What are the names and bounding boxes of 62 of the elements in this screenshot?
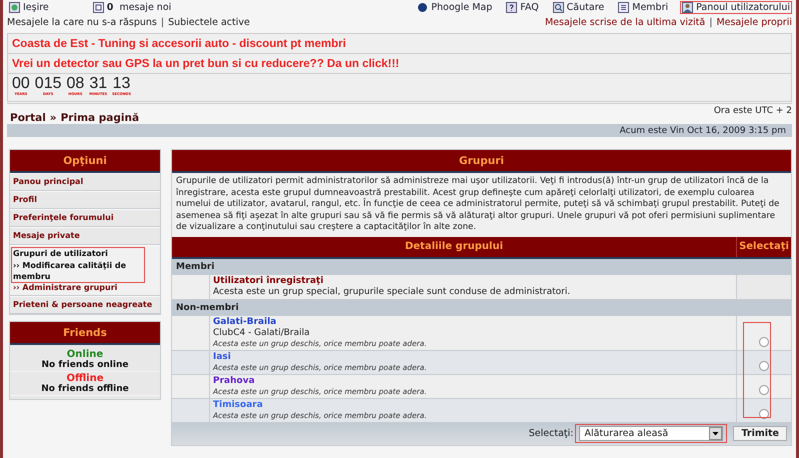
sidebar-sublink[interactable]: ›› Modificarea calităţii de membru — [13, 260, 141, 282]
group-name-link[interactable]: Utilizatori înregistraţi — [213, 276, 733, 286]
search-icon — [552, 2, 564, 13]
group-name-link[interactable]: Iasi — [213, 352, 733, 362]
section-title: Non-membri — [176, 302, 239, 312]
sidebar-link[interactable]: Grupuri de utilizatori — [13, 248, 157, 260]
sidebar-link[interactable]: Panou principal — [13, 176, 157, 188]
nav-link[interactable]: Căutare — [550, 1, 606, 14]
timezone-text: Ora este UTC + 2 — [714, 106, 792, 116]
countdown-digits: 31 — [89, 75, 108, 92]
group-name-link[interactable]: Timisoara — [213, 400, 733, 410]
countdown-digits: 00 — [12, 75, 30, 92]
logout-icon — [9, 2, 20, 13]
join-dropdown[interactable]: Alăturarea aleasă — [579, 426, 724, 441]
group-description: Acesta este un grup special, grupurile speciale sunt conduse de administratori. — [213, 286, 572, 298]
new-messages-link[interactable]: 0 mesaje noi — [90, 1, 174, 14]
submit-button[interactable]: Trimite — [733, 426, 787, 441]
nav-link[interactable]: Subiectele active — [168, 17, 250, 28]
section-title: Membri — [176, 262, 214, 272]
nav-link[interactable]: Mesajele proprii — [716, 17, 792, 28]
countdown-digits: 08 — [66, 75, 84, 92]
nav-link[interactable]: Phoogle Map — [415, 1, 494, 14]
radio-button[interactable] — [759, 408, 769, 418]
group-name-link[interactable]: Galati-Braila — [213, 316, 733, 328]
radio-button[interactable] — [759, 384, 769, 394]
friends-title: Friends — [63, 326, 107, 338]
breadcrumb-separator: » — [50, 112, 57, 124]
nav-link[interactable]: Panoul utilizatorului — [680, 1, 792, 14]
sidebar-sublink[interactable]: ›› Administrare grupuri — [13, 282, 157, 293]
panel-title: Grupuri — [458, 154, 504, 166]
column-header: Detaliile grupului — [404, 240, 504, 254]
status-text: No friends online — [41, 360, 128, 370]
radio-button[interactable] — [759, 336, 769, 346]
sidebar-link[interactable]: Mesaje private — [13, 230, 157, 242]
radio-button[interactable] — [759, 360, 769, 370]
current-time: Acum este Vin Oct 16, 2009 3:15 pm — [620, 126, 786, 136]
description-text: Grupurile de utilizatori permit administratorilor să administreze mai uşor utilizatorii. Veţi fi introdus(ă) într-un grup de utilizatori încă de la înregistrare, acesta este grupul dumneavoastră prestabilit. Acest grup defineşte cum apăreţi celorlalţi utilizatori, de exemplu culoarea numelui de utilizator, avatarul, rangul, etc. În funcţie de ceea ce administratorul permite, puteţi să vă schimbaţi grupul prestabilit. Puteţi de asemenea să fiţi aşezat în alte grupuri sau să vă fie permis să vă alăturaţi altor grupuri. Unele grupuri vă pot oferi permisiuni suplimentare de vizualizare a conţinutului sau creştere a captacităţilor în alte zone. — [172, 173, 791, 236]
countdown-digits: 13 — [112, 75, 130, 92]
column-header: Selectaţi — [736, 236, 791, 256]
help-icon — [506, 2, 518, 13]
nav-link[interactable]: Mesajele la care nu s-a răspuns — [7, 17, 157, 28]
nav-link[interactable]: Membri — [616, 1, 670, 14]
status-text: No friends offline — [41, 384, 129, 394]
sidebar-link[interactable]: Prieteni & persoane neagreate — [13, 299, 157, 311]
sidebar-link[interactable]: Profil — [13, 194, 157, 206]
logout-link[interactable]: Ieşire — [7, 1, 51, 14]
group-name-link[interactable]: Prahova — [213, 376, 733, 386]
status-label: Online — [66, 349, 104, 360]
breadcrumb-link[interactable]: Prima pagină — [60, 112, 140, 124]
separator: | — [709, 17, 712, 28]
group-subtitle: ClubC4 - Galati/Braila — [213, 328, 311, 338]
separator: | — [160, 17, 164, 28]
status-label: Offline — [66, 373, 104, 384]
nav-link[interactable]: FAQ — [504, 1, 541, 14]
sidebar-title: Opţiuni — [63, 154, 107, 166]
breadcrumb-link[interactable]: Portal — [10, 112, 46, 124]
user-icon — [682, 2, 694, 13]
sidebar-link[interactable]: Preferinţele forumului — [13, 212, 157, 224]
globe-icon — [417, 2, 428, 13]
select-label: Selectaţi: — [528, 428, 574, 439]
countdown-digits: 015 — [34, 75, 62, 92]
nav-link[interactable]: Mesajele scrise de la ultima vizită — [544, 17, 706, 28]
